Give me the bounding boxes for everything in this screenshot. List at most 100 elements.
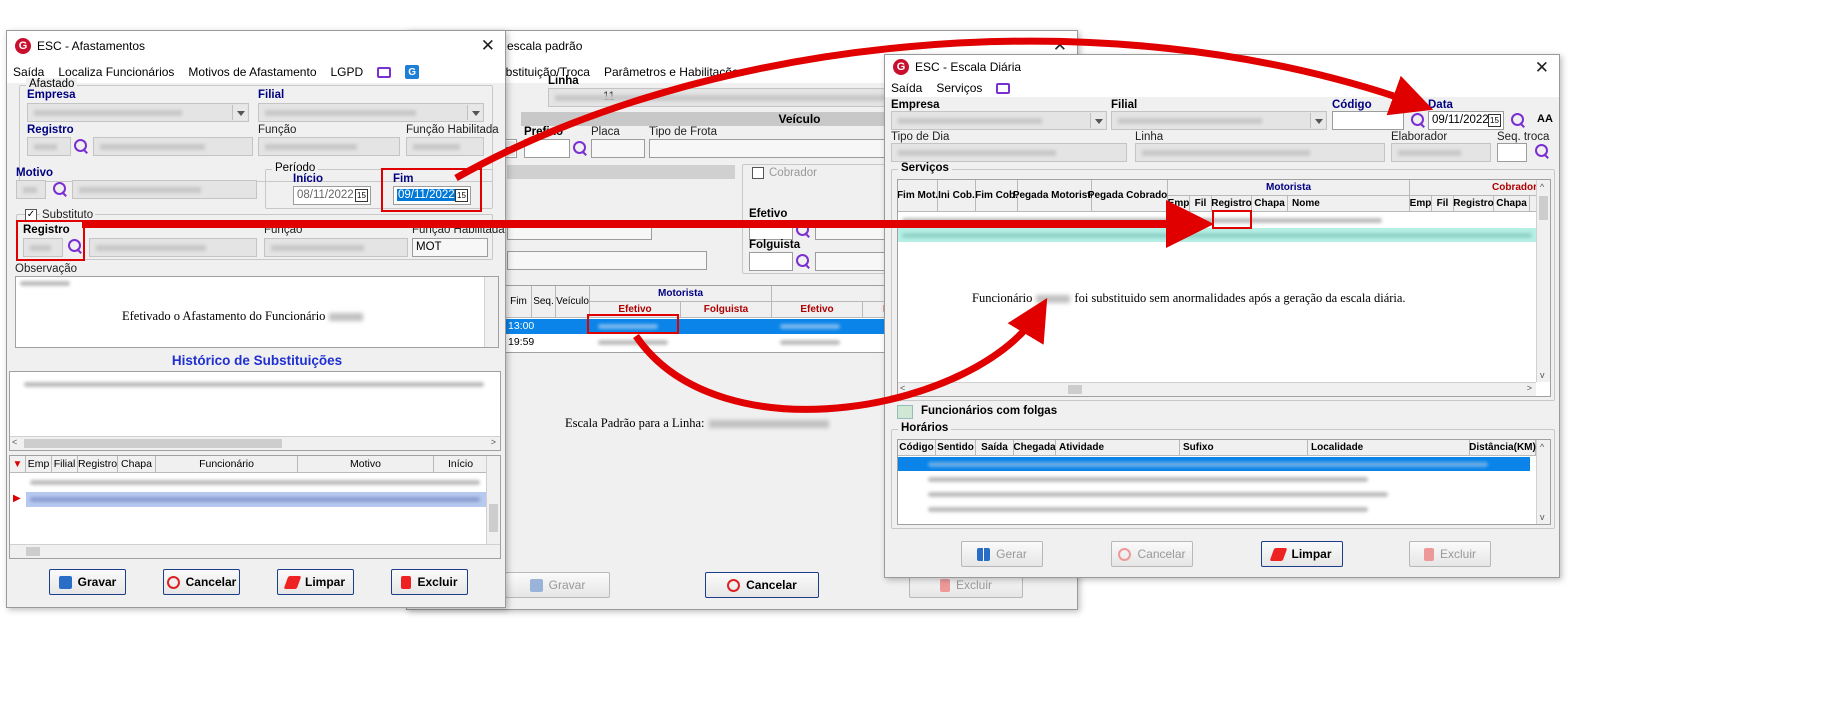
scroll-thumb[interactable]	[1539, 196, 1548, 220]
table-row[interactable]	[898, 472, 1530, 486]
table-row[interactable]	[898, 228, 1538, 242]
cancelar-button[interactable]: Cancelar	[705, 572, 819, 598]
scrollbar[interactable]	[484, 277, 498, 347]
menu-parametros[interactable]: Parâmetros e Habilitações	[604, 65, 745, 79]
chevron-right-icon[interactable]: >	[1527, 383, 1532, 393]
col-filial: Filial	[52, 456, 78, 473]
funcao-habilitada-label: Função Habilitada	[406, 124, 499, 136]
limpar-button[interactable]: Limpar	[277, 569, 354, 595]
close-icon[interactable]: ✕	[1535, 58, 1549, 78]
redacted	[24, 382, 484, 387]
horarios-label: Horários	[898, 422, 952, 434]
table-row[interactable]	[10, 475, 488, 490]
scrollbar[interactable]	[486, 456, 500, 544]
prefixo-input[interactable]	[524, 139, 570, 158]
menu-saida[interactable]: Saída	[13, 65, 44, 79]
chevron-left-icon[interactable]: <	[12, 437, 17, 447]
cobrador-checkbox[interactable]	[752, 167, 764, 179]
scrollbar[interactable]: ^ v	[1536, 440, 1550, 524]
table-row[interactable]	[898, 457, 1530, 471]
registro-name-field	[93, 137, 253, 156]
cancelar-button[interactable]: Cancelar	[163, 569, 240, 595]
logo-icon[interactable]: G	[405, 65, 420, 79]
col-inicio: Início	[434, 456, 488, 473]
monitor-icon[interactable]	[377, 66, 392, 78]
data-date-input[interactable]: 09/11/2022 15	[1428, 111, 1504, 130]
table-row[interactable]	[898, 487, 1530, 501]
chevron-left-icon[interactable]: <	[900, 383, 905, 393]
monitor-icon[interactable]	[996, 82, 1011, 94]
col-registro-cob: Registro	[1453, 196, 1494, 212]
chevron-up-icon[interactable]: ^	[1540, 182, 1544, 192]
scrollbar[interactable]: < >	[10, 436, 500, 450]
scroll-thumb[interactable]	[26, 547, 40, 556]
menu-localiza[interactable]: Localiza Funcionários	[58, 65, 174, 79]
chevron-up-icon[interactable]: ^	[1540, 442, 1544, 452]
col-chegada: Chegada	[1013, 440, 1056, 456]
table-row[interactable]	[26, 492, 488, 507]
seq-troca-input[interactable]	[1497, 143, 1527, 162]
chevron-down-icon[interactable]: v	[1540, 512, 1545, 522]
calendar-icon[interactable]: 15	[355, 189, 368, 202]
cancelar-button[interactable]: Cancelar	[1111, 541, 1193, 567]
menu-servicos[interactable]: Serviços	[936, 81, 982, 95]
motivo-input[interactable]	[16, 180, 46, 199]
gravar-button[interactable]: Gravar	[505, 572, 610, 598]
excluir-button[interactable]: Excluir	[391, 569, 468, 595]
scrollbar[interactable]: < >	[898, 382, 1536, 396]
table-row[interactable]	[898, 502, 1530, 516]
codigo-input[interactable]	[1332, 111, 1404, 130]
registro-input[interactable]	[27, 137, 71, 156]
search-icon[interactable]	[573, 141, 588, 156]
search-icon[interactable]	[74, 139, 89, 154]
empresa-label: Empresa	[27, 89, 76, 101]
col-seq: Seq.	[532, 286, 556, 318]
search-icon[interactable]	[1411, 113, 1426, 128]
chevron-right-icon[interactable]: >	[491, 437, 496, 447]
search-icon[interactable]	[1511, 113, 1526, 128]
search-icon[interactable]	[796, 254, 811, 269]
servicos-message: Funcionário foi substituido sem anormalid…	[972, 291, 1406, 306]
limpar-button[interactable]: Limpar	[1261, 541, 1343, 567]
scrollbar[interactable]	[10, 544, 500, 558]
col-chapa: Chapa	[118, 456, 156, 473]
redacted	[598, 340, 668, 345]
menu-saida[interactable]: Saída	[891, 81, 922, 95]
chevron-down-icon[interactable]: v	[1540, 370, 1545, 380]
menu-lgpd[interactable]: LGPD	[331, 65, 364, 79]
empresa-select[interactable]	[27, 103, 249, 122]
motorista-header: Motorista	[590, 286, 772, 302]
font-size-icon[interactable]: AA	[1537, 113, 1553, 125]
gerar-button[interactable]: Gerar	[961, 541, 1043, 567]
chevron-down-icon	[232, 105, 247, 120]
folguista-input[interactable]	[749, 252, 793, 271]
col-pegada-motorista: Pegada Motorista	[1013, 180, 1096, 212]
scroll-thumb[interactable]	[24, 439, 282, 448]
redacted	[928, 462, 1488, 467]
col-fil-cob: Fil	[1432, 196, 1454, 212]
observacao-textarea[interactable]: Efetivado o Afastamento do Funcionário	[15, 276, 499, 348]
efetivo-input[interactable]	[749, 221, 793, 240]
calendar-icon[interactable]: 15	[1488, 114, 1501, 127]
excluir-button[interactable]: Excluir	[1409, 541, 1491, 567]
filial-select[interactable]	[1111, 111, 1327, 130]
search-icon[interactable]	[796, 223, 811, 238]
inicio-date-input[interactable]: 08/11/2022 15	[293, 186, 371, 205]
servicos-label: Serviços	[898, 162, 952, 174]
scroll-thumb[interactable]	[489, 504, 498, 532]
linha-partial-text: 11	[603, 91, 615, 103]
search-icon[interactable]	[1535, 144, 1550, 159]
filial-select[interactable]	[258, 103, 484, 122]
scrollbar[interactable]: ^ v	[1536, 180, 1550, 382]
sort-indicator[interactable]: ▼	[10, 456, 26, 473]
empresa-select[interactable]	[891, 111, 1107, 130]
gravar-button[interactable]: Gravar	[49, 569, 126, 595]
menu-motivos[interactable]: Motivos de Afastamento	[188, 65, 316, 79]
data-value: 09/11/2022	[1432, 114, 1489, 126]
search-icon[interactable]	[53, 182, 68, 197]
folgas-label: Funcionários com folgas	[921, 405, 1058, 417]
close-icon[interactable]: ✕	[481, 36, 495, 56]
scroll-thumb[interactable]	[1068, 385, 1082, 394]
funcao-field	[258, 137, 400, 156]
close-icon[interactable]: ✕	[1053, 36, 1067, 56]
